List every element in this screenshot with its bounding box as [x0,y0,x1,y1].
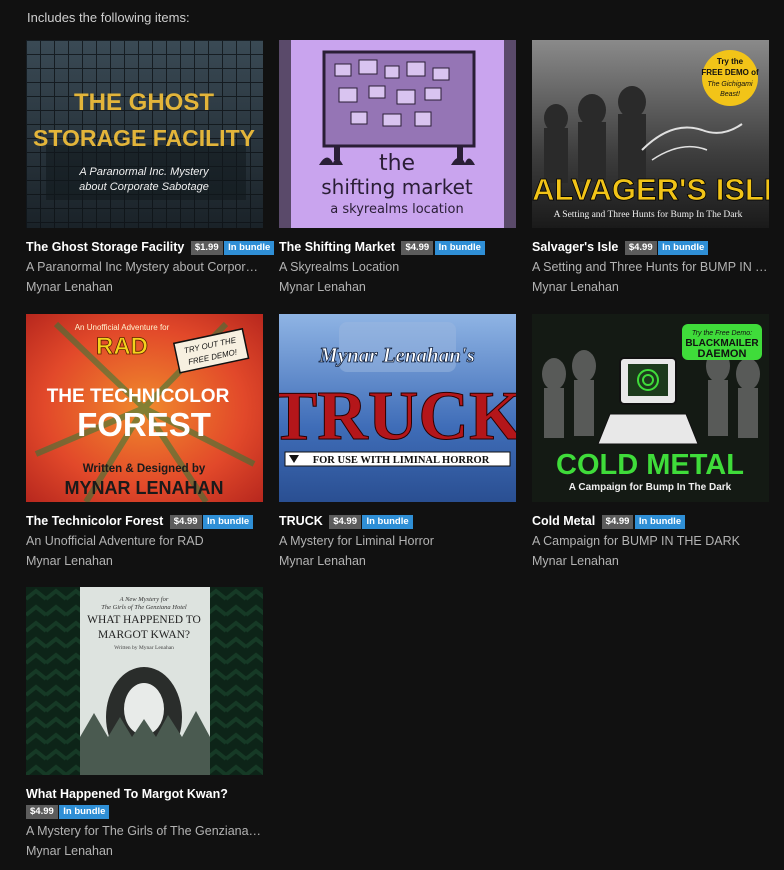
item-description: A Mystery for Liminal Horror [279,534,434,548]
item-title[interactable]: The Ghost Storage Facility [26,240,184,254]
cover-subtitle-1: A Paranormal Inc. Mystery [78,166,210,178]
cover-title: COLD METAL [556,449,744,481]
cover-image[interactable]: Try the Free Demo: BLACKMAILER DAEMON CO… [532,314,769,502]
cover-title-line1: WHAT HAPPENED TO [87,614,201,626]
item-title[interactable]: TRUCK [279,514,323,528]
item-description: An Unofficial Adventure for RAD [26,534,204,548]
price-tag: $4.99 [601,515,634,529]
bundle-item-shifting-market: the shifting market a skyrealms location… [279,40,516,296]
item-author[interactable]: Mynar Lenahan [279,279,516,296]
in-bundle-badge: In bundle [224,241,275,255]
item-title[interactable]: The Technicolor Forest [26,514,163,528]
in-bundle-badge: In bundle [59,805,110,819]
sticker-text-1: Try the Free Demo: [692,330,752,337]
item-description: A Mystery for The Girls of The Genziana … [26,824,263,838]
price-tag: $4.99 [401,241,434,255]
sticker-text-1: Try the [717,57,744,66]
cover-title-line1: THE GHOST [74,89,214,116]
cover-subtitle-2: about Corporate Sabotage [79,181,209,193]
cover-top-2: The Girls of The Genziana Hotel [101,604,187,611]
cover-title-line1: the [379,151,415,176]
cover-image[interactable]: THE GHOST STORAGE FACILITY A Paranormal … [26,40,263,228]
item-author[interactable]: Mynar Lenahan [279,553,516,570]
sticker-text-4: Beast! [720,91,740,98]
cover-subtitle: A Setting and Three Hunts for Bump In Th… [554,209,743,220]
in-bundle-badge: In bundle [202,515,254,529]
item-author[interactable]: Mynar Lenahan [532,279,769,296]
in-bundle-badge: In bundle [658,241,709,255]
cover-subtitle-2: MYNAR LENAHAN [65,478,224,498]
cover-subtitle: FOR USE WITH LIMINAL HORROR [313,455,490,466]
cover-image[interactable]: the shifting market a skyrealms location [279,40,516,228]
in-bundle-badge: In bundle [634,515,686,529]
price-tag: $1.99 [190,241,223,255]
cover-title-line2: STORAGE FACILITY [33,125,255,151]
cover-image[interactable]: Try the FREE DEMO of The Gichigami Beast… [532,40,769,228]
cover-title: SALVAGER'S ISLE [532,172,769,207]
cover-image[interactable]: A New Mystery for The Girls of The Genzi… [26,587,263,775]
cover-subtitle-1: Written & Designed by [83,463,206,475]
item-title[interactable]: What Happened To Margot Kwan? [26,787,228,801]
cover-image[interactable]: Mynar Lenahan's TRUCK FOR USE WITH LIMIN… [279,314,516,502]
cover-top-1: A New Mystery for [119,596,169,603]
price-tag: $4.99 [169,515,202,529]
cover-image[interactable]: An Unofficial Adventure for RAD TRY OUT … [26,314,263,502]
cover-title-line2: shifting market [321,175,473,199]
cover-rad: RAD [96,333,148,360]
in-bundle-badge: In bundle [362,515,413,529]
price-tag: $4.99 [26,805,58,819]
section-heading: Includes the following items: [27,10,190,25]
cover-subtitle: a skyrealms location [330,202,463,217]
cover-title-line1: Mynar Lenahan's [318,343,475,367]
sticker-text-3: DAEMON [698,348,747,360]
cover-title-line2: MARGOT KWAN? [98,629,190,641]
price-tag: $4.99 [624,241,657,255]
in-bundle-badge: In bundle [434,241,485,255]
sticker-text-3: The Gichigami [707,81,753,88]
item-description: A Skyrealms Location [279,260,400,274]
bundle-item-salvagers-isle: Try the FREE DEMO of The Gichigami Beast… [532,40,769,296]
cover-subtitle: Written by Mynar Lenahan [114,645,174,651]
bundle-item-cold-metal: Try the Free Demo: BLACKMAILER DAEMON CO… [532,314,769,570]
item-description: A Setting and Three Hunts for BUMP IN TH… [532,260,769,274]
bundle-item-technicolor-forest: An Unofficial Adventure for RAD TRY OUT … [26,314,263,570]
item-title[interactable]: The Shifting Market [279,240,395,254]
cover-subtitle: A Campaign for Bump In The Dark [569,482,732,493]
item-author[interactable]: Mynar Lenahan [532,553,769,570]
cover-top-text: An Unofficial Adventure for [75,323,170,332]
item-author[interactable]: Mynar Lenahan [26,553,263,570]
cover-title-line2: TRUCK [279,378,516,455]
bundle-item-truck: Mynar Lenahan's TRUCK FOR USE WITH LIMIN… [279,314,516,570]
item-author[interactable]: Mynar Lenahan [26,843,263,860]
item-description: A Paranormal Inc Mystery about Corporate… [26,260,263,274]
item-author[interactable]: Mynar Lenahan [26,279,263,296]
cover-title-line1: THE TECHNICOLOR [47,386,230,407]
item-description: A Campaign for BUMP IN THE DARK [532,534,740,548]
cover-title-line2: FOREST [77,406,211,443]
item-title[interactable]: Cold Metal [532,514,595,528]
item-title[interactable]: Salvager's Isle [532,240,618,254]
sticker-text-2: FREE DEMO of [701,68,759,77]
bundle-item-ghost-storage-facility: THE GHOST STORAGE FACILITY A Paranormal … [26,40,275,296]
bundle-item-margot-kwan: A New Mystery for The Girls of The Genzi… [26,587,263,860]
price-tag: $4.99 [329,515,361,529]
